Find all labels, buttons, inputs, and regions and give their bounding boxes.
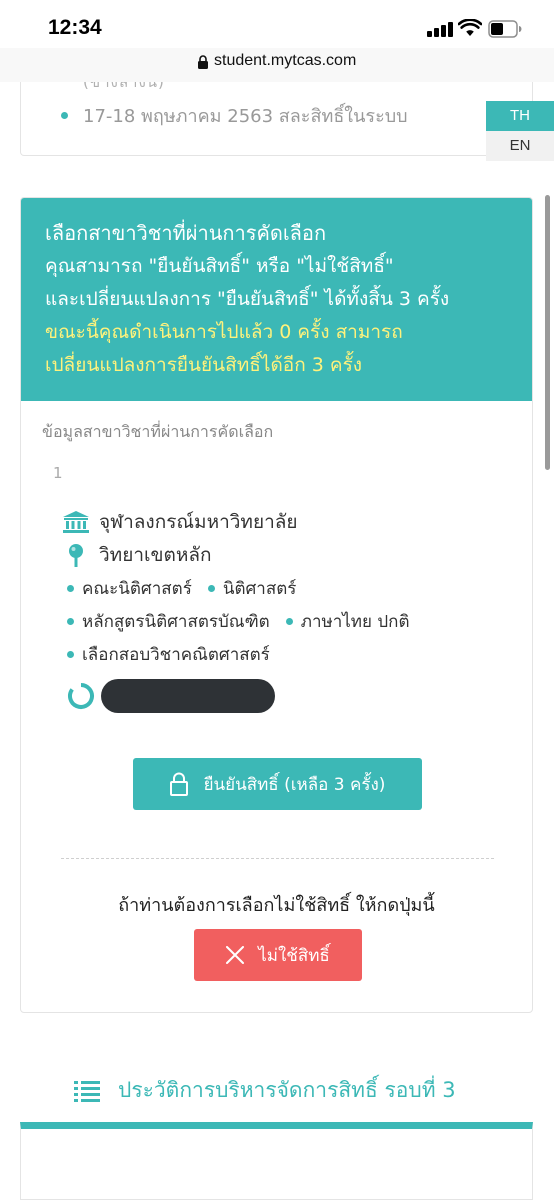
program-row: หลักสูตรนิติศาสตรบัณฑิต ภาษาไทย ปกติ bbox=[67, 608, 409, 635]
scrollbar[interactable] bbox=[545, 195, 550, 470]
history-heading: ประวัติการบริหารจัดการสิทธิ์ รอบที่ 3 bbox=[74, 1074, 456, 1107]
subject-row: เลือกสอบวิชาคณิตศาสตร์ bbox=[67, 641, 270, 668]
status-time: 12:34 bbox=[48, 16, 102, 39]
list-icon bbox=[74, 1080, 100, 1102]
lock-icon bbox=[169, 772, 188, 796]
lock-icon bbox=[198, 55, 208, 69]
campus-name: วิทยาเขตหลัก bbox=[99, 544, 212, 566]
language-en-button[interactable]: EN bbox=[486, 131, 554, 161]
status-line-1: ขณะนี้คุณดำเนินการไปแล้ว 0 ครั้ง สามารถ bbox=[45, 321, 403, 343]
confirm-right-button[interactable]: ยืนยันสิทธิ์ (เหลือ 3 ครั้ง) bbox=[133, 758, 422, 810]
instruction-line-2: และเปลี่ยนแปลงการ "ยืนยันสิทธิ์" ได้ทั้ง… bbox=[45, 288, 450, 310]
battery-icon bbox=[488, 20, 522, 38]
history-card bbox=[20, 1122, 533, 1200]
redacted-status bbox=[101, 679, 275, 713]
location-pin-icon bbox=[69, 544, 83, 567]
close-icon bbox=[226, 946, 245, 964]
card-title: เลือกสาขาวิชาที่ผ่านการคัดเลือก bbox=[45, 221, 327, 245]
bullet-dot bbox=[207, 585, 215, 592]
university-name: จุฬาลงกรณ์มหาวิทยาลัย bbox=[99, 511, 298, 533]
language-th-button[interactable]: TH bbox=[486, 101, 554, 131]
history-title: ประวัติการบริหารจัดการสิทธิ์ รอบที่ 3 bbox=[118, 1078, 456, 1102]
faculty-name: คณะนิติศาสตร์ bbox=[82, 579, 192, 599]
instruction-line-1: คุณสามารถ "ยืนยันสิทธิ์" หรือ "ไม่ใช้สิท… bbox=[45, 255, 394, 277]
university-row: จุฬาลงกรณ์มหาวิทยาลัย bbox=[63, 507, 298, 537]
status-line-2: เปลี่ยนแปลงการยืนยันสิทธิ์ได้อีก 3 ครั้ง bbox=[45, 354, 363, 376]
bullet-dot bbox=[285, 618, 293, 625]
language-track: ภาษาไทย ปกติ bbox=[300, 612, 410, 632]
selection-card: เลือกสาขาวิชาที่ผ่านการคัดเลือก คุณสามาร… bbox=[20, 197, 533, 1013]
url-text: student.mytcas.com bbox=[214, 52, 357, 69]
subject-option: เลือกสอบวิชาคณิตศาสตร์ bbox=[82, 645, 270, 665]
university-icon bbox=[63, 511, 89, 533]
card-header: เลือกสาขาวิชาที่ผ่านการคัดเลือก คุณสามาร… bbox=[21, 198, 532, 401]
schedule-item: 17-18 พฤษภาคม 2563 สละสิทธิ์ในระบบ bbox=[83, 106, 408, 127]
previous-card: (ข้างล่างนี้) 17-18 พฤษภาคม 2563 สละสิทธ… bbox=[20, 82, 533, 156]
truncated-text: (ข้างล่างนี้) bbox=[83, 82, 165, 91]
selection-status bbox=[67, 679, 275, 713]
bullet-dot bbox=[61, 112, 68, 119]
decline-prompt: ถ้าท่านต้องการเลือกไม่ใช้สิทธิ์ ให้กดปุ่… bbox=[118, 895, 435, 916]
program-name: หลักสูตรนิติศาสตรบัณฑิต bbox=[82, 612, 270, 632]
wifi-icon bbox=[458, 19, 482, 36]
bullet-dot bbox=[67, 651, 74, 658]
bullet-dot bbox=[67, 618, 74, 625]
item-number: 1 bbox=[53, 464, 63, 482]
campus-row: วิทยาเขตหลัก bbox=[63, 540, 212, 570]
bullet-dot bbox=[67, 585, 74, 592]
divider bbox=[61, 858, 494, 859]
section-label: ข้อมูลสาขาวิชาที่ผ่านการคัดเลือก bbox=[42, 422, 274, 441]
url-bar[interactable]: student.mytcas.com bbox=[0, 48, 554, 82]
signal-icon bbox=[427, 22, 453, 37]
loading-spinner-icon bbox=[68, 683, 94, 709]
faculty-row: คณะนิติศาสตร์ นิติศาสตร์ bbox=[67, 575, 296, 602]
language-switch: TH EN bbox=[486, 101, 554, 161]
confirm-button-label: ยืนยันสิทธิ์ (เหลือ 3 ครั้ง) bbox=[203, 774, 386, 795]
department-name: นิติศาสตร์ bbox=[222, 579, 297, 599]
decline-button-label: ไม่ใช้สิทธิ์ bbox=[258, 945, 330, 966]
status-bar: 12:34 bbox=[0, 0, 554, 48]
decline-right-button[interactable]: ไม่ใช้สิทธิ์ bbox=[194, 929, 362, 981]
